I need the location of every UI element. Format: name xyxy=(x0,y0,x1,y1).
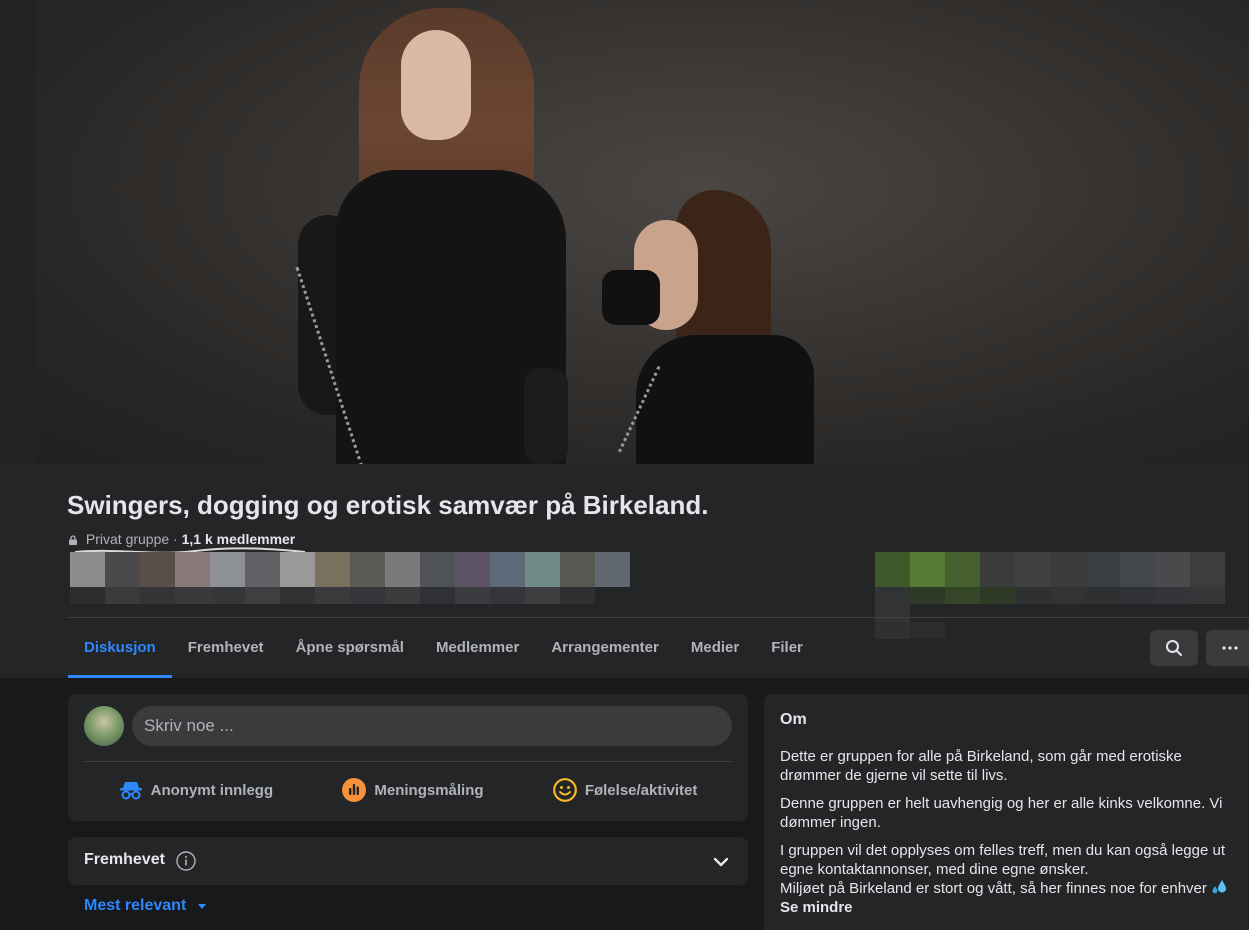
composer-divider xyxy=(84,761,732,762)
search-button[interactable] xyxy=(1150,630,1198,666)
feeling-activity-label: Følelse/aktivitet xyxy=(584,781,698,799)
privacy-label[interactable]: Privat gruppe xyxy=(86,531,169,547)
group-meta: Privat gruppe · 1,1 k medlemmer xyxy=(68,531,295,547)
tab-medier[interactable]: Medier xyxy=(675,618,755,678)
poll-button[interactable]: Meningsmåling xyxy=(342,778,484,802)
tab-medlemmer[interactable]: Medlemmer xyxy=(420,618,535,678)
about-title: Om xyxy=(780,711,807,728)
more-options-icon xyxy=(1222,646,1238,650)
featured-section[interactable]: Fremhevet xyxy=(68,837,748,885)
post-composer: Skriv noe ... Anonymt innlegg Meningsmål… xyxy=(68,694,748,821)
tab-filer[interactable]: Filer xyxy=(755,618,819,678)
group-header: Swingers, dogging og erotisk samvær på B… xyxy=(0,464,1249,678)
cover-photo[interactable] xyxy=(0,0,1249,464)
see-less-link[interactable]: Se mindre xyxy=(780,898,1235,917)
avatar[interactable] xyxy=(84,706,124,746)
poll-icon xyxy=(342,778,367,802)
about-paragraph-text: Miljøet på Birkeland er stort og vått, s… xyxy=(780,880,1207,897)
meta-separator: · xyxy=(169,531,182,547)
poll-label: Meningsmåling xyxy=(374,781,484,799)
incognito-icon xyxy=(119,782,142,800)
smiley-icon xyxy=(552,778,577,802)
more-options-button[interactable] xyxy=(1206,630,1249,666)
about-paragraph-last: Miljøet på Birkeland er stort og vått, s… xyxy=(780,879,1235,898)
tab-apne-sporsmal[interactable]: Åpne spørsmål xyxy=(280,618,420,678)
composer-input[interactable]: Skriv noe ... xyxy=(132,706,732,746)
feeling-activity-button[interactable]: Følelse/aktivitet xyxy=(552,778,698,802)
anonymous-post-button[interactable]: Anonymt innlegg xyxy=(119,778,274,802)
sort-label: Mest relevant xyxy=(84,897,187,914)
search-icon xyxy=(1166,640,1182,656)
tab-fremhevet[interactable]: Fremhevet xyxy=(172,618,280,678)
cover-figure-face xyxy=(401,30,471,140)
featured-title: Fremhevet xyxy=(84,851,165,868)
cover-image xyxy=(36,0,1249,464)
composer-actions: Anonymt innlegg Meningsmåling Følelse/ak… xyxy=(84,773,732,807)
about-card: Om Dette er gruppen for alle på Birkelan… xyxy=(764,694,1249,930)
cover-figure-glove xyxy=(524,368,568,464)
about-paragraph: Denne gruppen er helt uavhengig og her e… xyxy=(780,795,1223,831)
chevron-down-icon[interactable] xyxy=(712,853,730,871)
member-avatars-pixelated[interactable] xyxy=(70,552,630,604)
tab-arrangementer[interactable]: Arrangementer xyxy=(535,618,675,678)
caret-down-icon xyxy=(198,904,207,909)
group-actions-pixelated[interactable] xyxy=(875,552,1249,639)
about-paragraph: Dette er gruppen for alle på Birkeland, … xyxy=(780,748,1182,784)
sort-dropdown[interactable]: Mest relevant xyxy=(84,897,208,915)
tab-diskusjon[interactable]: Diskusjon xyxy=(68,618,172,678)
lock-icon xyxy=(69,535,77,545)
info-icon[interactable] xyxy=(176,851,196,871)
about-description: Dette er gruppen for alle på Birkeland, … xyxy=(780,747,1235,917)
cover-figure2-mask xyxy=(602,270,660,325)
group-tabs: Diskusjon Fremhevet Åpne spørsmål Medlem… xyxy=(68,618,819,678)
anonymous-post-label: Anonymt innlegg xyxy=(150,781,274,799)
group-title[interactable]: Swingers, dogging og erotisk samvær på B… xyxy=(67,490,708,521)
sweat-droplets-icon xyxy=(1212,880,1227,894)
about-paragraph: I gruppen vil det opplyses om felles tre… xyxy=(780,842,1225,878)
member-count[interactable]: 1,1 k medlemmer xyxy=(182,531,296,547)
